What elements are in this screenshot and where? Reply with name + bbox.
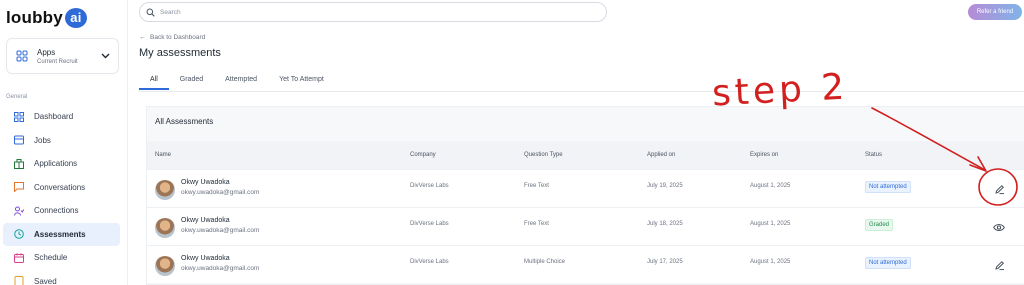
sidebar-item-conversations[interactable]: Conversations [3,176,120,200]
tab-attempted[interactable]: Attempted [214,72,268,90]
search-placeholder: Search [160,8,181,16]
candidate-email: okwy.uwadoka@gmail.com [181,265,260,272]
edit-icon[interactable] [992,182,1006,196]
sidebar-item-saved[interactable]: Saved [3,270,120,285]
column-header-applied-on: Applied on [647,152,676,158]
tab-yet-to-attempt[interactable]: Yet To Attempt [268,72,335,90]
apps-switcher[interactable]: Apps Current Recruit [6,38,119,74]
avatar [155,256,175,276]
applied-on-cell: July 18, 2025 [647,221,683,227]
status-badge: Graded [865,219,894,231]
sidebar-item-label: Conversations [34,182,86,192]
expires-on-cell: August 1, 2025 [750,221,791,227]
tab-divider [139,91,1024,92]
calendar-icon [13,252,24,263]
eye-icon[interactable] [992,220,1006,234]
clock-icon [13,229,24,240]
building-icon [13,158,24,169]
back-label: Back to Dashboard [150,34,206,41]
question-type-cell: Multiple Choice [524,259,566,265]
bookmark-icon [13,276,24,285]
table-row[interactable]: Okwy Uwadoka okwy.uwadoka@gmail.com DivV… [147,207,1024,245]
column-header-question-type: Question Type [524,152,563,158]
sidebar-section-label: General [6,94,28,100]
column-header-status: Status [865,152,883,158]
refer-a-friend-button[interactable]: Refer a friend [968,4,1022,20]
sidebar-item-label: Saved [34,276,57,285]
sidebar-item-label: Applications [34,159,78,169]
sidebar-item-label: Assessments [34,229,86,239]
sidebar-item-label: Schedule [34,253,68,263]
candidate-email: okwy.uwadoka@gmail.com [181,227,260,234]
arrow-left-icon: ← [139,34,146,41]
sidebar-item-connections[interactable]: Connections [3,199,120,223]
company-cell: DivVerse Labs [410,221,449,227]
logo-ai-badge: ai [64,8,87,28]
company-cell: DivVerse Labs [410,259,449,265]
question-type-cell: Free Text [524,221,549,227]
sidebar-item-label: Connections [34,206,79,216]
sidebar: loubby ai Apps Current Recruit General D… [0,0,128,285]
sidebar-item-schedule[interactable]: Schedule [3,246,120,270]
logo[interactable]: loubby ai [6,8,87,28]
page-title: My assessments [139,47,221,59]
applied-on-cell: July 17, 2025 [647,259,683,265]
tab-all[interactable]: All [139,72,169,90]
table-row[interactable]: Okwy Uwadoka okwy.uwadoka@gmail.com DivV… [147,169,1024,207]
apps-grid-icon [15,49,29,63]
candidate-name: Okwy Uwadoka [181,179,230,186]
apps-title: Apps [37,47,56,57]
column-header-expires-on: Expires on [750,152,779,158]
candidate-email: okwy.uwadoka@gmail.com [181,189,260,196]
avatar [155,180,175,200]
logo-text: loubby [6,8,63,27]
chevron-down-icon[interactable] [100,51,110,61]
applied-on-cell: July 19, 2025 [647,183,683,189]
sidebar-item-assessments[interactable]: Assessments [3,222,120,246]
sidebar-item-label: Dashboard [34,112,74,122]
table-row[interactable]: Okwy Uwadoka okwy.uwadoka@gmail.com DivV… [147,245,1024,283]
avatar [155,218,175,238]
annotation-step-label: step 2 [711,66,850,115]
search-icon [146,8,155,17]
column-header-company: Company [410,152,436,158]
status-badge: Not attempted [865,181,911,193]
candidate-name: Okwy Uwadoka [181,217,230,224]
company-cell: DivVerse Labs [410,183,449,189]
back-to-dashboard-link[interactable]: ← Back to Dashboard [139,34,205,41]
expires-on-cell: August 1, 2025 [750,259,791,265]
question-type-cell: Free Text [524,183,549,189]
sidebar-nav: Dashboard Jobs Applications Conversation… [0,105,128,285]
apps-subtitle: Current Recruit [37,58,78,65]
search-input[interactable]: Search [139,2,607,22]
people-icon [13,205,24,216]
candidate-name: Okwy Uwadoka [181,255,230,262]
tab-graded[interactable]: Graded [169,72,214,90]
expires-on-cell: August 1, 2025 [750,183,791,189]
table-header: Name Company Question Type Applied on Ex… [147,141,1024,169]
status-badge: Not attempted [865,257,911,269]
sidebar-item-applications[interactable]: Applications [3,152,120,176]
sidebar-item-jobs[interactable]: Jobs [3,129,120,153]
assessment-tabs: All Graded Attempted Yet To Attempt [139,72,335,92]
edit-icon[interactable] [992,258,1006,272]
assessments-panel: All Assessments Name Company Question Ty… [146,106,1024,285]
grid-icon [13,111,24,122]
briefcase-icon [13,135,24,146]
sidebar-item-dashboard[interactable]: Dashboard [3,105,120,129]
sidebar-item-label: Jobs [34,135,51,145]
chat-icon [13,182,24,193]
panel-title: All Assessments [155,117,214,126]
column-header-name: Name [155,152,172,158]
